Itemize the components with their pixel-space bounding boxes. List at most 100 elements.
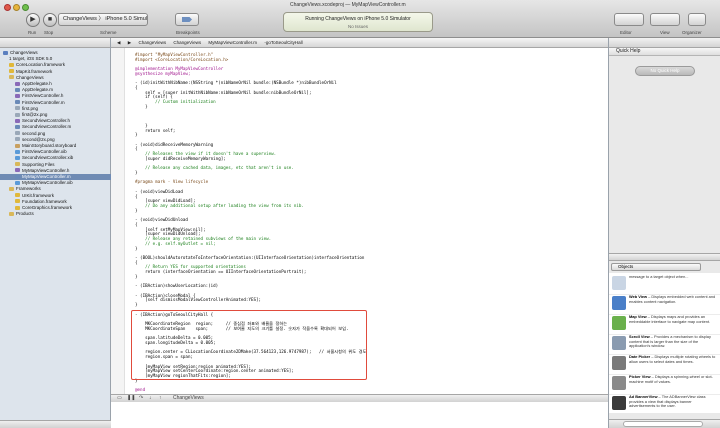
library-search-field[interactable] xyxy=(623,421,703,427)
step-over-icon[interactable]: ↷ xyxy=(139,395,143,402)
navigator-filter-bar[interactable] xyxy=(0,420,111,428)
code-line[interactable]: - (void)didReceiveMemoryWarning xyxy=(135,142,213,147)
editor-mode-control[interactable] xyxy=(614,13,644,26)
jump-bar[interactable]: ◀ ▶ ChangeViews ChangeViews MyMapViewCon… xyxy=(111,38,608,48)
navigator-item-label: AppDelegate.m xyxy=(22,87,54,93)
framework-icon xyxy=(15,205,20,210)
code-line[interactable]: } xyxy=(135,132,138,137)
navigator-item[interactable]: UIKit.framework xyxy=(0,193,111,199)
stop-button[interactable]: ■ xyxy=(43,13,57,27)
highlight-box xyxy=(131,310,367,380)
run-button[interactable]: ▶ xyxy=(26,13,40,27)
navigator-item[interactable]: Frameworks xyxy=(0,186,111,192)
code-line[interactable]: } xyxy=(135,274,138,279)
navigator-item[interactable]: first@2x.png xyxy=(0,112,111,118)
library-item[interactable]: Scroll View – Provides a mechanism to di… xyxy=(609,333,720,355)
project-navigator: ChangeViews 1 target, iOS SDK 5.0 CoreLoca… xyxy=(0,38,111,428)
library-selector[interactable]: Objects xyxy=(611,263,701,271)
library-tabs[interactable] xyxy=(609,253,720,261)
navigator-item[interactable]: Foundation.framework xyxy=(0,199,111,205)
navigator-item-label: SecondViewController.xib xyxy=(22,155,74,161)
view-control[interactable] xyxy=(650,13,680,26)
navigator-item[interactable]: SecondViewController.xib xyxy=(0,155,111,161)
library-item[interactable]: Date Picker – Displays multiple rotating… xyxy=(609,353,720,375)
navigator-item[interactable]: second.png xyxy=(0,131,111,137)
navigator-item[interactable]: FirstViewController.h xyxy=(0,93,111,99)
navigator-item[interactable]: FirstViewController.xib xyxy=(0,149,111,155)
navigator-item[interactable]: Products xyxy=(0,211,111,217)
jump-back-icon[interactable]: ◀ xyxy=(117,40,120,45)
source-editor[interactable]: #import "MyMapViewController.h" #import <… xyxy=(111,48,608,394)
code-line[interactable]: } xyxy=(135,302,138,307)
library-item[interactable]: message to a target object when... xyxy=(609,273,720,295)
code-line[interactable]: [super didReceiveMemoryWarning]; xyxy=(135,156,226,161)
code-line[interactable]: // Release any cached data, images, etc … xyxy=(135,165,294,170)
code-line[interactable]: - (id)initWithNibName:(NSString *)nibNam… xyxy=(135,80,337,85)
navigator-item[interactable]: second@2x.png xyxy=(0,137,111,143)
navigator-item-label: MyMapViewController.h xyxy=(22,167,70,173)
library-item[interactable]: Picker View – Displays a spinning-wheel … xyxy=(609,373,720,395)
navigator-item[interactable]: Supporting Files xyxy=(0,162,111,168)
code-line[interactable]: [self dismissModalViewControllerAnimated… xyxy=(135,297,261,302)
library-item[interactable]: Web View – Displays embedded web content… xyxy=(609,293,720,315)
navigator-item-label: UIKit.framework xyxy=(22,192,55,198)
minimize-window-button[interactable] xyxy=(13,4,20,11)
navigator-item[interactable]: AppDelegate.h xyxy=(0,81,111,87)
code-line[interactable]: - (IBAction)showUserLocation:(id) xyxy=(135,283,218,288)
breakpoints-button[interactable] xyxy=(175,13,199,26)
code-line[interactable]: - (BOOL)shouldAutorotateToInterfaceOrien… xyxy=(135,255,364,260)
close-window-button[interactable] xyxy=(4,4,11,11)
pause-icon[interactable]: ❚❚ xyxy=(127,395,135,402)
organizer-button[interactable] xyxy=(688,13,706,26)
code-line[interactable]: - (void)viewDidLoad xyxy=(135,189,183,194)
code-line[interactable]: #pragma mark - View lifecycle xyxy=(135,179,208,184)
code-line[interactable]: // e.g. self.myOutlet = nil; xyxy=(135,241,216,246)
image-icon xyxy=(15,112,20,117)
navigator-item[interactable]: MyMapViewController.m xyxy=(0,174,111,180)
navigator-item[interactable]: MainStoryboard.storyboard xyxy=(0,143,111,149)
navigator-item[interactable]: FirstViewController.m xyxy=(0,100,111,106)
code-line[interactable]: } xyxy=(135,170,138,175)
navigator-item[interactable]: ChangeViews xyxy=(0,75,111,81)
library-item[interactable]: Ad BannerView – The ADBannerView class p… xyxy=(609,393,720,413)
navigator-item-label: first@2x.png xyxy=(22,112,48,117)
debug-target[interactable]: ChangeViews xyxy=(173,395,204,402)
jump-forward-icon[interactable]: ▶ xyxy=(128,40,131,45)
jump-item-method[interactable]: -goToSeoulCityHall xyxy=(264,40,302,45)
step-out-icon[interactable]: ↑ xyxy=(159,395,162,402)
code-line[interactable]: return (interfaceOrientation == UIInterf… xyxy=(135,269,306,274)
jump-item-group[interactable]: ChangeViews xyxy=(173,40,201,45)
code-line[interactable]: } xyxy=(135,104,148,109)
navigator-item[interactable]: SecondViewController.h xyxy=(0,118,111,124)
zoom-window-button[interactable] xyxy=(22,4,29,11)
step-in-icon[interactable]: ↓ xyxy=(149,395,152,402)
editor-gutter[interactable] xyxy=(111,48,125,394)
code-line[interactable]: // Do any additional setup after loading… xyxy=(135,203,304,208)
quick-help-header[interactable]: Quick Help xyxy=(609,48,720,56)
navigator-item[interactable]: 1 target, iOS SDK 5.0 xyxy=(0,56,111,62)
jump-item-file[interactable]: MyMapViewController.m xyxy=(208,40,257,45)
hide-debug-icon[interactable]: ▭ xyxy=(117,395,122,402)
navigator-item[interactable]: ChangeViews xyxy=(0,50,111,56)
navigator-selector-bar[interactable] xyxy=(0,38,110,48)
navigator-item[interactable]: CoreLocation.framework xyxy=(0,62,111,68)
code-line[interactable]: } xyxy=(135,208,138,213)
code-line[interactable]: - (void)viewDidUnload xyxy=(135,217,188,222)
scheme-selector[interactable]: ChangeViews 〉 iPhone 5.0 Simulator xyxy=(58,13,148,26)
library-item-text: Web View – Displays embedded web content… xyxy=(629,294,717,304)
inspector-tabs[interactable] xyxy=(609,38,720,48)
code-line[interactable]: } xyxy=(135,246,138,251)
code-line[interactable]: return self; xyxy=(135,128,175,133)
code-line[interactable]: @end xyxy=(135,387,145,392)
navigator-item[interactable]: AppDelegate.m xyxy=(0,87,111,93)
library-item[interactable]: Map View – Displays maps and provides an… xyxy=(609,313,720,335)
navigator-item[interactable]: MyMapViewController.xib xyxy=(0,180,111,186)
code-line[interactable]: @synthesize myMapView; xyxy=(135,71,190,76)
navigator-item[interactable]: MapKit.framework xyxy=(0,69,111,75)
code-line[interactable]: #import <CoreLocation/CoreLocation.h> xyxy=(135,57,228,62)
jump-item-project[interactable]: ChangeViews xyxy=(138,40,166,45)
navigator-item[interactable]: first.png xyxy=(0,106,111,112)
navigator-item[interactable]: MyMapViewController.h xyxy=(0,168,111,174)
navigator-item[interactable]: SecondViewController.m xyxy=(0,124,111,130)
navigator-item[interactable]: CoreGraphics.framework xyxy=(0,205,111,211)
